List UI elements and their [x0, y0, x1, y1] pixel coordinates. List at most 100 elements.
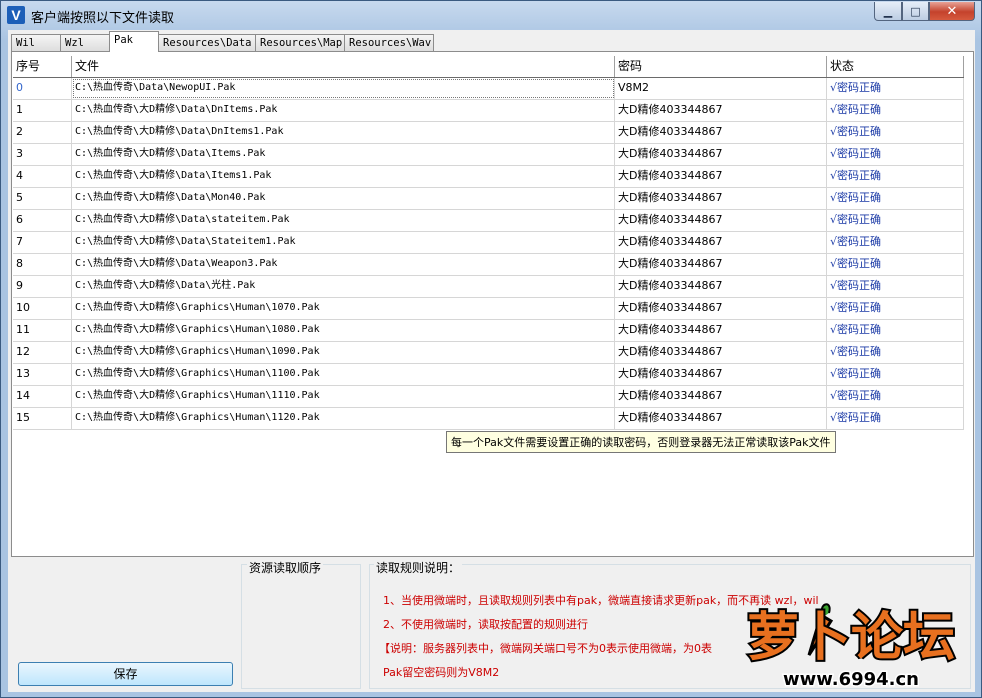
app-logo-icon: V — [7, 6, 25, 24]
cell-index: 8 — [13, 254, 72, 275]
cell-file: C:\热血传奇\大D精修\Graphics\Human\1110.Pak — [72, 386, 615, 407]
cell-index: 9 — [13, 276, 72, 297]
table-row[interactable]: 11 C:\热血传奇\大D精修\Graphics\Human\1080.Pak 大D… — [13, 320, 964, 342]
tab-strip: Wil Wzl Pak Resources\Data Resources\Map… — [11, 31, 434, 52]
cell-status: √密码正确 — [827, 298, 964, 319]
window-title: 客户端按照以下文件读取 — [31, 11, 175, 26]
cell-status: √密码正确 — [827, 188, 964, 209]
cell-password: 大D精修403344867 — [615, 100, 827, 121]
cell-status: √密码正确 — [827, 100, 964, 121]
minimize-icon: ▁ — [883, 4, 893, 18]
cell-password: 大D精修403344867 — [615, 254, 827, 275]
table-header: 序号 文件 密码 状态 — [13, 56, 964, 78]
table-row[interactable]: 14 C:\热血传奇\大D精修\Graphics\Human\1110.Pak 大D… — [13, 386, 964, 408]
cell-index: 3 — [13, 144, 72, 165]
table-row[interactable]: 10 C:\热血传奇\大D精修\Graphics\Human\1070.Pak 大D… — [13, 298, 964, 320]
cell-status: √密码正确 — [827, 122, 964, 143]
cell-file: C:\热血传奇\大D精修\Data\Items1.Pak — [72, 166, 615, 187]
cell-password: 大D精修403344867 — [615, 210, 827, 231]
cell-status: √密码正确 — [827, 166, 964, 187]
cell-file: C:\热血传奇\大D精修\Data\DnItems1.Pak — [72, 122, 615, 143]
table-row[interactable]: 7 C:\热血传奇\大D精修\Data\Stateitem1.Pak 大D精修403… — [13, 232, 964, 254]
close-icon: ✕ — [946, 3, 958, 19]
header-status[interactable]: 状态 — [827, 56, 964, 77]
title-bar[interactable]: V 客户端按照以下文件读取 ▁ □ ✕ — [1, 1, 981, 29]
cell-index: 15 — [13, 408, 72, 429]
rule-line-4: Pak留空密码则为V8M2 — [383, 666, 500, 679]
table-row[interactable]: 1 C:\热血传奇\大D精修\Data\DnItems.Pak 大D精修403344… — [13, 100, 964, 122]
cell-file: C:\热血传奇\大D精修\Data\光柱.Pak — [72, 276, 615, 297]
cell-index: 0 — [13, 78, 72, 99]
tab-resources-map[interactable]: Resources\Map — [255, 34, 345, 52]
header-index[interactable]: 序号 — [13, 56, 72, 77]
cell-file: C:\热血传奇\大D精修\Graphics\Human\1090.Pak — [72, 342, 615, 363]
cell-index: 6 — [13, 210, 72, 231]
maximize-icon: □ — [910, 4, 921, 18]
cell-status: √密码正确 — [827, 254, 964, 275]
forum-watermark-logo: 萝卜论坛 www.6994.cn — [745, 603, 957, 692]
cell-password: V8M2 — [615, 78, 827, 99]
header-file[interactable]: 文件 — [72, 56, 615, 77]
pak-file-table[interactable]: 序号 文件 密码 状态 0 C:\热血传奇\Data\NewopUI.Pak V8M… — [13, 56, 964, 430]
cell-index: 10 — [13, 298, 72, 319]
cell-file: C:\热血传奇\大D精修\Graphics\Human\1070.Pak — [72, 298, 615, 319]
close-button[interactable]: ✕ — [929, 2, 975, 21]
rules-label: 读取规则说明： — [374, 559, 463, 576]
cell-status: √密码正确 — [827, 210, 964, 231]
table-row[interactable]: 15 C:\热血传奇\大D精修\Graphics\Human\1120.Pak 大D… — [13, 408, 964, 430]
cell-status: √密码正确 — [827, 386, 964, 407]
table-row[interactable]: 2 C:\热血传奇\大D精修\Data\DnItems1.Pak 大D精修40334… — [13, 122, 964, 144]
cell-index: 1 — [13, 100, 72, 121]
cell-status: √密码正确 — [827, 342, 964, 363]
table-row[interactable]: 6 C:\热血传奇\大D精修\Data\stateitem.Pak 大D精修4033… — [13, 210, 964, 232]
cell-file: C:\热血传奇\大D精修\Graphics\Human\1120.Pak — [72, 408, 615, 429]
cell-password: 大D精修403344867 — [615, 232, 827, 253]
minimize-button[interactable]: ▁ — [874, 2, 902, 21]
table-row[interactable]: 3 C:\热血传奇\大D精修\Data\Items.Pak 大D精修40334486… — [13, 144, 964, 166]
cell-file: C:\热血传奇\大D精修\Graphics\Human\1080.Pak — [72, 320, 615, 341]
header-password[interactable]: 密码 — [615, 56, 827, 77]
tooltip: 每一个Pak文件需要设置正确的读取密码，否则登录器无法正常读取该Pak文件 — [446, 431, 836, 453]
cell-password: 大D精修403344867 — [615, 342, 827, 363]
cell-status: √密码正确 — [827, 144, 964, 165]
table-row[interactable]: 12 C:\热血传奇\大D精修\Graphics\Human\1090.Pak 大D… — [13, 342, 964, 364]
cell-file: C:\热血传奇\大D精修\Data\Weapon3.Pak — [72, 254, 615, 275]
cell-password: 大D精修403344867 — [615, 276, 827, 297]
cell-password: 大D精修403344867 — [615, 144, 827, 165]
table-row[interactable]: 5 C:\热血传奇\大D精修\Data\Mon40.Pak 大D精修40334486… — [13, 188, 964, 210]
cell-index: 13 — [13, 364, 72, 385]
cell-file: C:\热血传奇\大D精修\Data\DnItems.Pak — [72, 100, 615, 121]
cell-status: √密码正确 — [827, 232, 964, 253]
table-row[interactable]: 9 C:\热血传奇\大D精修\Data\光柱.Pak 大D精修403344867 √密… — [13, 276, 964, 298]
maximize-button[interactable]: □ — [902, 2, 929, 21]
cell-password: 大D精修403344867 — [615, 166, 827, 187]
cell-password: 大D精修403344867 — [615, 122, 827, 143]
cell-status: √密码正确 — [827, 320, 964, 341]
cell-password: 大D精修403344867 — [615, 408, 827, 429]
cell-password: 大D精修403344867 — [615, 320, 827, 341]
cell-file: C:\热血传奇\Data\NewopUI.Pak — [72, 78, 615, 99]
tab-pak[interactable]: Pak — [109, 31, 159, 52]
tab-panel-pak: 序号 文件 密码 状态 0 C:\热血传奇\Data\NewopUI.Pak V8M… — [11, 51, 974, 557]
tab-resources-data[interactable]: Resources\Data — [158, 34, 256, 52]
cell-index: 11 — [13, 320, 72, 341]
cell-index: 4 — [13, 166, 72, 187]
cell-index: 7 — [13, 232, 72, 253]
table-row[interactable]: 8 C:\热血传奇\大D精修\Data\Weapon3.Pak 大D精修403344… — [13, 254, 964, 276]
main-window: V 客户端按照以下文件读取 ▁ □ ✕ Wil Wzl Pak Resource… — [0, 0, 982, 698]
tab-wzl[interactable]: Wzl — [60, 34, 110, 52]
table-row[interactable]: 13 C:\热血传奇\大D精修\Graphics\Human\1100.Pak 大D… — [13, 364, 964, 386]
cell-file: C:\热血传奇\大D精修\Data\Stateitem1.Pak — [72, 232, 615, 253]
tab-resources-wav[interactable]: Resources\Wav — [344, 34, 434, 52]
cell-index: 14 — [13, 386, 72, 407]
save-button[interactable]: 保存 — [18, 662, 233, 686]
resource-order-list[interactable] — [241, 564, 361, 689]
table-row[interactable]: 0 C:\热血传奇\Data\NewopUI.Pak V8M2 √密码正确 — [13, 78, 964, 100]
cell-password: 大D精修403344867 — [615, 298, 827, 319]
table-row[interactable]: 4 C:\热血传奇\大D精修\Data\Items1.Pak 大D精修4033448… — [13, 166, 964, 188]
watermark-title: 萝卜论坛 — [747, 608, 955, 668]
cell-index: 5 — [13, 188, 72, 209]
cell-index: 12 — [13, 342, 72, 363]
cell-status: √密码正确 — [827, 408, 964, 429]
tab-wil[interactable]: Wil — [11, 34, 61, 52]
